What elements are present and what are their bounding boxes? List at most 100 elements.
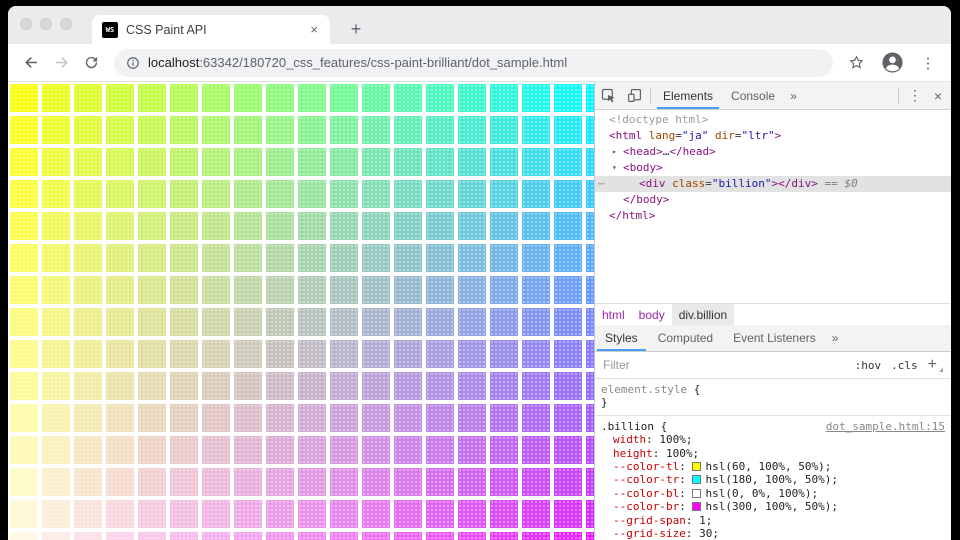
tab-elements[interactable]: Elements: [654, 82, 722, 109]
style-property[interactable]: height: 100%;: [601, 447, 945, 460]
styles-filter-input[interactable]: [601, 357, 850, 373]
property-value[interactable]: 1: [699, 514, 706, 527]
grid-cell: [42, 212, 70, 240]
property-name[interactable]: --color-tl: [613, 460, 679, 473]
browser-menu-button[interactable]: ⋮: [913, 48, 943, 78]
tree-row[interactable]: ▸<head>…</head>: [595, 144, 951, 160]
rule-selector[interactable]: element.style: [601, 383, 687, 396]
grid-cell: [298, 436, 326, 464]
reload-button[interactable]: [76, 48, 106, 78]
tab-close-icon[interactable]: ×: [308, 22, 320, 37]
grid-cell: [458, 500, 486, 528]
back-button[interactable]: [16, 48, 46, 78]
forward-button[interactable]: [46, 48, 76, 78]
toggle-class-button[interactable]: .cls: [886, 359, 923, 372]
style-property[interactable]: width: 100%;: [601, 433, 945, 446]
sidebar-overflow-icon[interactable]: »: [826, 325, 845, 351]
devtools-close-icon[interactable]: ×: [928, 82, 951, 109]
style-property[interactable]: --color-tl: hsl(60, 100%, 50%);: [601, 460, 945, 473]
maximize-window-button[interactable]: [60, 18, 72, 30]
back-icon: [22, 53, 41, 72]
source-link[interactable]: dot_sample.html:15: [826, 420, 945, 433]
bookmark-star-button[interactable]: [841, 48, 871, 78]
tab-computed[interactable]: Computed: [648, 325, 723, 351]
grid-cell: [554, 404, 582, 432]
grid-cell: [42, 308, 70, 336]
grid-cell: [362, 244, 390, 272]
tree-row[interactable]: ▾<body>: [595, 160, 951, 176]
device-toolbar-button[interactable]: [621, 82, 647, 109]
twisty-icon[interactable]: ▾: [612, 160, 617, 176]
rule-selector[interactable]: .billion: [601, 420, 654, 433]
grid-cell: [362, 372, 390, 400]
minimize-window-button[interactable]: [40, 18, 52, 30]
style-property[interactable]: --grid-span: 1;: [601, 514, 945, 527]
grid-cell: [394, 532, 422, 540]
tab-event-listeners[interactable]: Event Listeners: [723, 325, 826, 351]
style-property[interactable]: --color-tr: hsl(180, 100%, 50%);: [601, 473, 945, 486]
property-name[interactable]: --grid-span: [613, 514, 686, 527]
property-value[interactable]: 30: [699, 527, 712, 540]
tree-row[interactable]: ⋯<div class="billion"></div> == $0: [595, 176, 951, 192]
style-property[interactable]: --color-bl: hsl(0, 0%, 100%);: [601, 487, 945, 500]
tab-styles[interactable]: Styles: [595, 325, 648, 351]
grid-cell: [170, 212, 198, 240]
new-tab-button[interactable]: +: [342, 16, 370, 44]
grid-cell: [234, 276, 262, 304]
tab-console[interactable]: Console: [722, 82, 784, 109]
grid-cell: [170, 436, 198, 464]
tree-row-text: <!doctype html>: [595, 113, 708, 126]
property-value[interactable]: 100%: [666, 447, 693, 460]
grid-cell: [138, 116, 166, 144]
property-name[interactable]: --color-br: [613, 500, 679, 513]
grid-cell: [362, 276, 390, 304]
breadcrumb-body[interactable]: body: [632, 304, 672, 325]
twisty-icon[interactable]: ▸: [612, 144, 617, 160]
property-name[interactable]: --color-bl: [613, 487, 679, 500]
property-value[interactable]: hsl(0, 0%, 100%): [705, 487, 811, 500]
color-swatch[interactable]: [692, 502, 701, 511]
tree-row[interactable]: </body>: [595, 192, 951, 208]
inspect-element-button[interactable]: [595, 82, 621, 109]
devtools-overflow-icon[interactable]: »: [784, 82, 803, 109]
grid-cell: [10, 148, 38, 176]
grid-cell: [42, 468, 70, 496]
color-swatch[interactable]: [692, 462, 701, 471]
browser-tab[interactable]: WS CSS Paint API ×: [92, 15, 330, 44]
grid-cell: [330, 372, 358, 400]
breadcrumb-div-billion[interactable]: div.billion: [672, 304, 734, 325]
url-text[interactable]: localhost:63342/180720_css_features/css-…: [148, 55, 567, 70]
devtools-menu-icon[interactable]: ⋮: [902, 82, 928, 109]
property-value[interactable]: hsl(180, 100%, 50%): [705, 473, 831, 486]
breadcrumb-html[interactable]: html: [595, 304, 632, 325]
property-name[interactable]: width: [613, 433, 646, 446]
tree-row[interactable]: <html lang="ja" dir="ltr">: [595, 128, 951, 144]
grid-cell: [202, 436, 230, 464]
style-property[interactable]: --grid-size: 30;: [601, 527, 945, 540]
grid-cell: [522, 372, 550, 400]
tree-row-text: </body>: [595, 193, 669, 206]
style-property[interactable]: --color-br: hsl(300, 100%, 50%);: [601, 500, 945, 513]
grid-cell: [42, 500, 70, 528]
url-path: :63342/180720_css_features/css-paint-bri…: [199, 55, 567, 70]
property-value[interactable]: hsl(60, 100%, 50%): [705, 460, 824, 473]
property-value[interactable]: 100%: [659, 433, 686, 446]
toggle-hover-button[interactable]: :hov: [850, 359, 887, 372]
property-name[interactable]: --color-tr: [613, 473, 679, 486]
address-bar[interactable]: localhost:63342/180720_css_features/css-…: [114, 49, 833, 77]
property-name[interactable]: --grid-size: [613, 527, 686, 540]
grid-cell: [266, 212, 294, 240]
tree-row[interactable]: <!doctype html>: [595, 112, 951, 128]
color-swatch[interactable]: [692, 475, 701, 484]
color-swatch[interactable]: [692, 489, 701, 498]
grid-cell: [554, 372, 582, 400]
property-value[interactable]: hsl(300, 100%, 50%): [705, 500, 831, 513]
profile-avatar[interactable]: [877, 48, 907, 78]
info-icon[interactable]: [126, 56, 140, 70]
grid-cell: [362, 84, 390, 112]
tree-row[interactable]: </html>: [595, 208, 951, 224]
traffic-lights: [20, 18, 72, 30]
property-name[interactable]: height: [613, 447, 653, 460]
new-style-rule-button[interactable]: +: [923, 356, 945, 374]
close-window-button[interactable]: [20, 18, 32, 30]
